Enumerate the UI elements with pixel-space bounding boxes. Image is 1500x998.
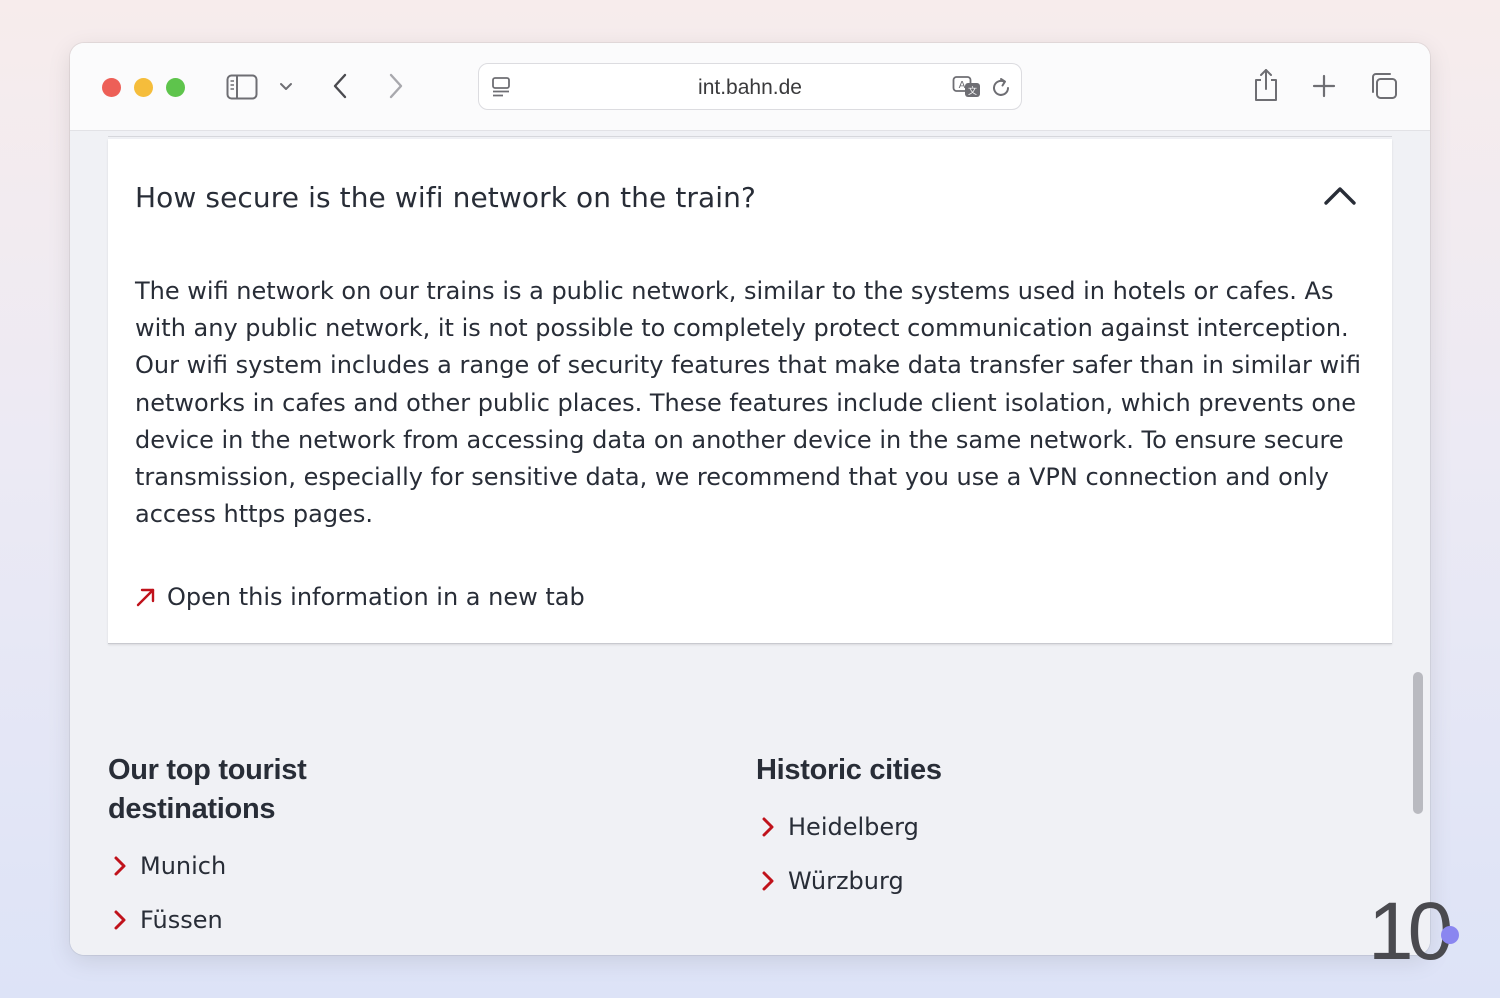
chevron-down-icon[interactable] — [276, 79, 296, 95]
page-content: How secure is the wifi network on the tr… — [70, 131, 1430, 955]
reload-icon[interactable] — [989, 76, 1013, 100]
external-link-icon — [135, 586, 157, 608]
top-destinations-section: Our top tourist destinations Munich Füss… — [108, 751, 368, 947]
destination-label: Munich — [140, 852, 227, 880]
overlay-badge-text: 10 — [1368, 893, 1451, 965]
top-destinations-list: Munich Füssen — [108, 839, 368, 947]
translate-icon[interactable]: A文 — [951, 74, 983, 100]
city-label: Würzburg — [788, 867, 904, 895]
faq-question[interactable]: How secure is the wifi network on the tr… — [135, 181, 756, 214]
open-in-new-tab-label: Open this information in a new tab — [167, 583, 585, 611]
chevron-right-icon[interactable] — [382, 71, 410, 101]
svg-text:文: 文 — [968, 85, 977, 97]
share-icon[interactable] — [1250, 67, 1282, 103]
tab-overview-icon[interactable] — [1368, 70, 1400, 102]
city-link[interactable]: Würzburg — [756, 854, 942, 908]
top-destinations-title: Our top tourist destinations — [108, 754, 307, 825]
chevron-left-icon[interactable] — [326, 71, 354, 101]
city-link[interactable]: Heidelberg — [756, 800, 942, 854]
city-label: Heidelberg — [788, 813, 919, 841]
sidebar-icon[interactable] — [226, 73, 258, 101]
destination-link[interactable]: Munich — [108, 839, 368, 893]
faq-answer: The wifi network on our trains is a publ… — [135, 277, 1361, 529]
chevron-right-icon — [756, 870, 780, 892]
historic-cities-list: Heidelberg Würzburg — [756, 800, 942, 908]
browser-window: int.bahn.de A文 How secure is the wifi ne… — [70, 43, 1430, 955]
overlay-badge: 10 — [1368, 886, 1478, 977]
divider — [108, 136, 1392, 137]
open-in-new-tab-link[interactable]: Open this information in a new tab — [135, 583, 585, 611]
destination-label: Füssen — [140, 906, 223, 934]
historic-cities-section: Historic cities Heidelberg Würzburg — [756, 751, 942, 908]
faq-accordion-item: How secure is the wifi network on the tr… — [108, 139, 1392, 644]
zoom-window-button[interactable] — [166, 78, 185, 97]
browser-toolbar: int.bahn.de A文 — [70, 43, 1430, 131]
chevron-right-icon — [108, 909, 132, 931]
vertical-scrollbar[interactable] — [1413, 672, 1423, 814]
chevron-right-icon — [756, 816, 780, 838]
historic-cities-title: Historic cities — [756, 754, 942, 786]
close-window-button[interactable] — [102, 78, 121, 97]
chevron-up-icon[interactable] — [1320, 179, 1360, 211]
destination-link[interactable]: Füssen — [108, 893, 368, 947]
plus-icon[interactable] — [1310, 72, 1338, 100]
chevron-right-icon — [108, 855, 132, 877]
svg-text:A: A — [959, 80, 966, 91]
minimize-window-button[interactable] — [134, 78, 153, 97]
url-text: int.bahn.de — [698, 76, 802, 99]
address-bar[interactable]: int.bahn.de A文 — [478, 63, 1022, 110]
